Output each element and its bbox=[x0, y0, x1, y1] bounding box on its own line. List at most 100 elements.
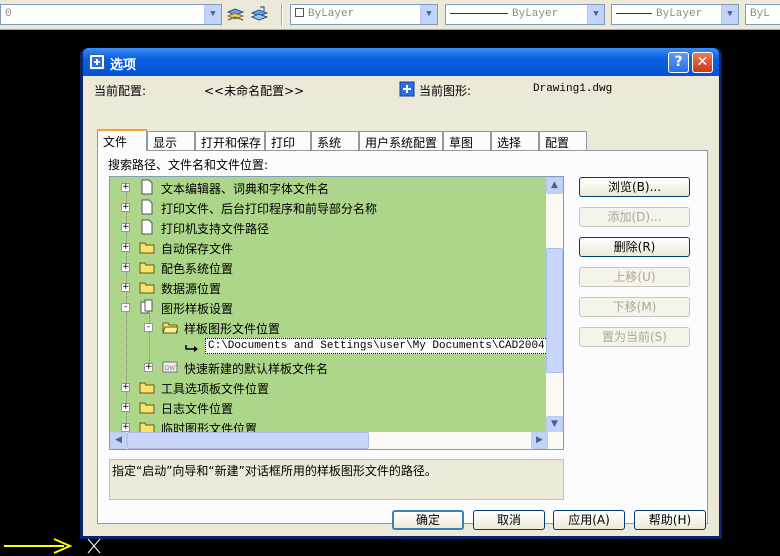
chevron-down-icon[interactable]: ▼ bbox=[420, 5, 437, 24]
document-icon bbox=[141, 199, 153, 215]
help-title-button[interactable]: ? bbox=[668, 52, 689, 73]
scroll-right-icon[interactable]: ▶ bbox=[531, 432, 548, 449]
tree-item-label: 配色系统位置 bbox=[161, 262, 234, 276]
scroll-left-icon[interactable]: ◀ bbox=[110, 432, 127, 449]
chevron-down-icon[interactable]: ▼ bbox=[204, 5, 221, 24]
scroll-thumb[interactable] bbox=[546, 248, 563, 373]
tab-profiles[interactable]: 配置 bbox=[539, 131, 587, 150]
tree-item-selected[interactable]: C:\Documents and Settings\user\My Docume… bbox=[110, 337, 563, 357]
tab-user-preferences[interactable]: 用户系统配置 bbox=[359, 131, 443, 150]
apply-button[interactable]: 应用(A) bbox=[553, 510, 625, 530]
tree-item-label: 自动保存文件 bbox=[161, 242, 234, 256]
tab-system[interactable]: 系统 bbox=[311, 131, 359, 150]
expand-icon[interactable]: + bbox=[121, 243, 130, 252]
scroll-thumb[interactable] bbox=[127, 432, 369, 449]
linetype-value: ByLayer bbox=[512, 8, 559, 20]
document-icon bbox=[141, 219, 153, 235]
expand-icon[interactable]: + bbox=[121, 403, 130, 412]
lineweight-combo[interactable]: ByLayer ▼ bbox=[611, 4, 739, 25]
dwt-icon: DWT bbox=[162, 361, 178, 373]
color-combo[interactable]: ByLayer ▼ bbox=[290, 4, 438, 25]
expand-icon[interactable]: + bbox=[121, 203, 130, 212]
set-current-button[interactable]: 置为当前(S) bbox=[579, 327, 690, 347]
tab-files[interactable]: 文件 bbox=[97, 129, 147, 151]
linetype-sample bbox=[450, 12, 508, 14]
tree-item-label: 文本编辑器、词典和字体文件名 bbox=[161, 182, 330, 196]
tree-item-label: 日志文件位置 bbox=[161, 402, 234, 416]
color-swatch bbox=[295, 8, 304, 17]
document-icon bbox=[141, 179, 153, 195]
tab-open-save[interactable]: 打开和保存 bbox=[195, 131, 265, 150]
browse-button[interactable]: 浏览(B)... bbox=[579, 177, 690, 197]
tree-item-label: 打印文件、后台打印程序和前导部分名称 bbox=[161, 202, 378, 216]
tree-heading: 搜索路径、文件名和文件位置: bbox=[108, 158, 269, 172]
chevron-down-icon[interactable]: ▼ bbox=[587, 5, 604, 24]
move-down-button[interactable]: 下移(M) bbox=[579, 297, 690, 317]
tree-vertical-scrollbar[interactable]: ▲ ▼ bbox=[546, 177, 563, 433]
collapse-icon[interactable]: - bbox=[144, 323, 153, 332]
tree-item-label: 快速新建的默认样板文件名 bbox=[184, 362, 329, 376]
expand-icon[interactable]: + bbox=[121, 383, 130, 392]
folder-icon bbox=[139, 382, 155, 394]
add-button[interactable]: 添加(D)... bbox=[579, 207, 690, 227]
folder-open-icon bbox=[162, 322, 178, 334]
ucs-arrow-icon bbox=[4, 538, 101, 554]
expand-icon[interactable]: + bbox=[121, 183, 130, 192]
close-button[interactable]: ✕ bbox=[692, 52, 713, 73]
expand-icon[interactable]: + bbox=[121, 283, 130, 292]
lineweight-sample bbox=[616, 12, 652, 14]
profile-value: <<未命名配置>> bbox=[204, 84, 305, 98]
layer-states-icon[interactable] bbox=[227, 6, 244, 23]
tree-item-label: 打印机支持文件路径 bbox=[161, 222, 270, 236]
dialog-title: 选项 bbox=[110, 58, 137, 73]
collapse-icon[interactable]: - bbox=[121, 303, 130, 312]
layer-previous-icon[interactable] bbox=[251, 6, 268, 23]
layer-combo[interactable]: 0 ▼ bbox=[0, 4, 222, 25]
scroll-down-icon[interactable]: ▼ bbox=[546, 416, 563, 433]
layer-value: 0 bbox=[5, 8, 12, 20]
tree-item-label: 工具选项板文件位置 bbox=[161, 382, 270, 396]
options-dialog: 选项 ? ✕ 当前配置: <<未命名配置>> 当前图形: Drawing1.dw… bbox=[80, 48, 722, 539]
drawing-value: Drawing1.dwg bbox=[533, 83, 613, 95]
help-button[interactable]: 帮助(H) bbox=[634, 510, 706, 530]
plotstyle-combo[interactable]: ByL bbox=[745, 4, 780, 25]
tree-item-label: 图形样板设置 bbox=[161, 302, 234, 316]
svg-text:DWT: DWT bbox=[165, 366, 178, 372]
expand-icon[interactable]: + bbox=[121, 423, 130, 432]
tab-display[interactable]: 显示 bbox=[147, 131, 195, 150]
move-up-button[interactable]: 上移(U) bbox=[579, 267, 690, 287]
expand-icon[interactable]: + bbox=[121, 223, 130, 232]
tab-plot[interactable]: 打印 bbox=[265, 131, 311, 150]
plotstyle-value: ByL bbox=[750, 8, 770, 20]
color-value: ByLayer bbox=[308, 8, 355, 20]
ok-button[interactable]: 确定 bbox=[392, 510, 464, 530]
linetype-combo[interactable]: ByLayer ▼ bbox=[445, 4, 605, 25]
properties-toolbar: 0 ▼ ByLayer ▼ ByLayer ▼ ByLayer ▼ ByL bbox=[0, 0, 780, 30]
tree-horizontal-scrollbar[interactable]: ◀ ▶ bbox=[110, 432, 563, 449]
folder-icon bbox=[139, 402, 155, 414]
selected-path[interactable]: C:\Documents and Settings\user\My Docume… bbox=[205, 338, 548, 354]
profile-label: 当前配置: bbox=[94, 84, 147, 98]
dialog-app-icon bbox=[89, 54, 105, 70]
lineweight-value: ByLayer bbox=[656, 8, 703, 20]
toolbar-separator bbox=[281, 4, 283, 26]
expand-icon[interactable]: + bbox=[144, 363, 153, 372]
remove-button[interactable]: 删除(R) bbox=[579, 237, 690, 257]
dialog-titlebar[interactable]: 选项 ? ✕ bbox=[83, 48, 719, 76]
tab-drafting[interactable]: 草图 bbox=[443, 131, 491, 150]
tree-item-label: 数据源位置 bbox=[161, 282, 222, 296]
search-path-tree[interactable]: + 文本编辑器、词典和字体文件名 + 打印文件、后台打印程序和前导部分名称 + … bbox=[109, 176, 564, 450]
tab-selection[interactable]: 选择 bbox=[491, 131, 539, 150]
description-text: 指定“启动”向导和“新建”对话框所用的样板图形文件的路径。 bbox=[112, 464, 437, 478]
description-box: 指定“启动”向导和“新建”对话框所用的样板图形文件的路径。 bbox=[109, 459, 564, 500]
folder-icon bbox=[139, 242, 155, 254]
folder-icon bbox=[139, 262, 155, 274]
drawing-label: 当前图形: bbox=[419, 84, 472, 98]
dialog-body: 当前配置: <<未命名配置>> 当前图形: Drawing1.dwg 文件 显示… bbox=[83, 76, 719, 536]
expand-icon[interactable]: + bbox=[121, 263, 130, 272]
scroll-up-icon[interactable]: ▲ bbox=[546, 177, 563, 194]
chevron-down-icon[interactable]: ▼ bbox=[721, 5, 738, 24]
folder-icon bbox=[139, 282, 155, 294]
path-arrow-icon bbox=[185, 345, 198, 352]
cancel-button[interactable]: 取消 bbox=[473, 510, 545, 530]
